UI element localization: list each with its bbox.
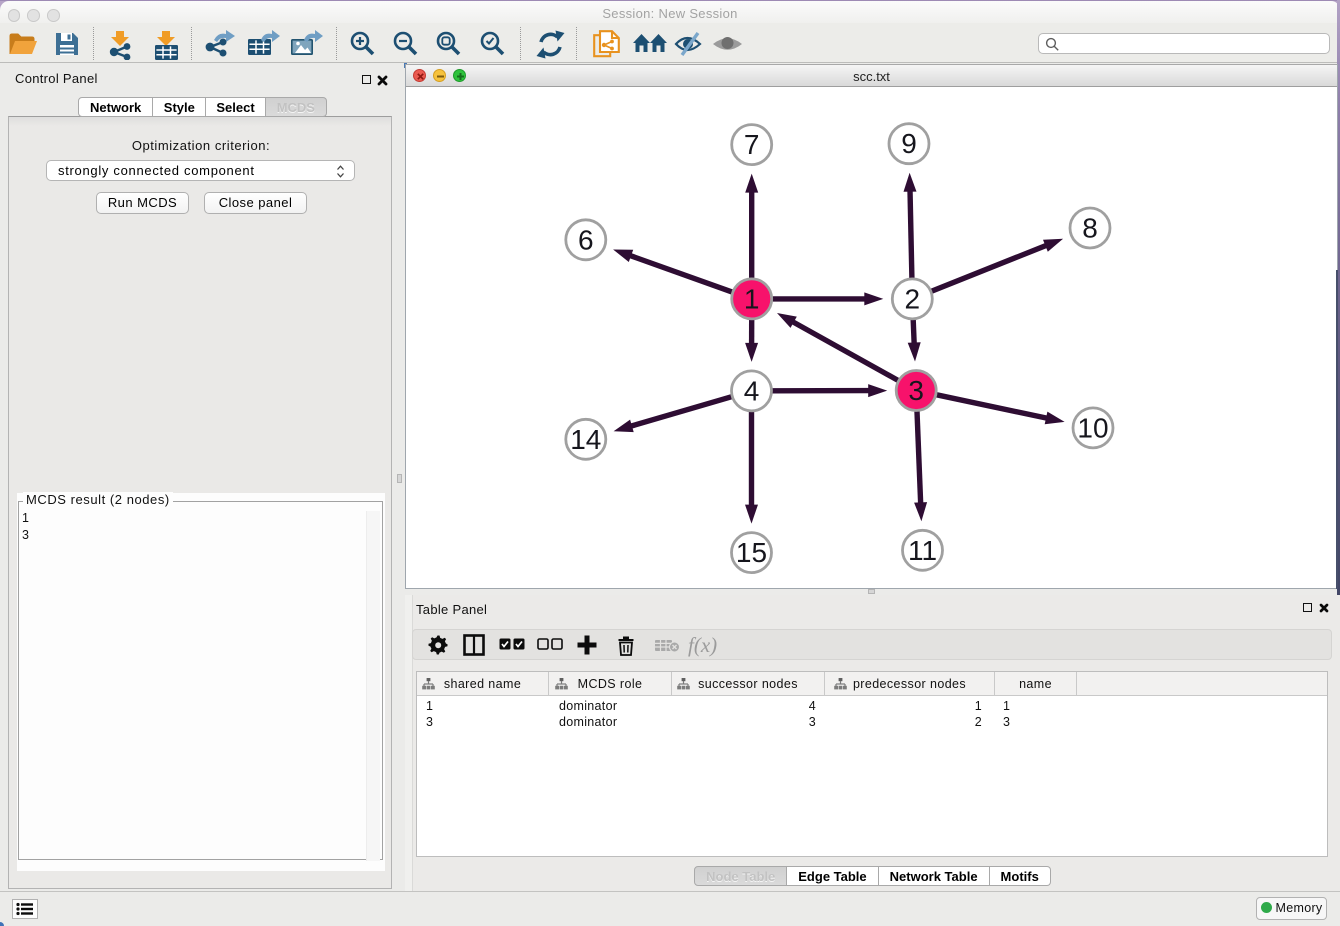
svg-text:7: 7 xyxy=(744,129,760,160)
svg-text:15: 15 xyxy=(736,537,767,568)
svg-text:8: 8 xyxy=(1082,213,1098,244)
svg-text:14: 14 xyxy=(570,424,601,455)
svg-text:10: 10 xyxy=(1077,412,1108,443)
svg-text:11: 11 xyxy=(908,535,937,566)
svg-text:1: 1 xyxy=(744,283,760,314)
svg-text:9: 9 xyxy=(901,128,917,159)
svg-text:3: 3 xyxy=(908,375,924,406)
svg-text:6: 6 xyxy=(578,224,594,255)
svg-text:2: 2 xyxy=(905,283,921,314)
svg-text:4: 4 xyxy=(744,375,760,406)
